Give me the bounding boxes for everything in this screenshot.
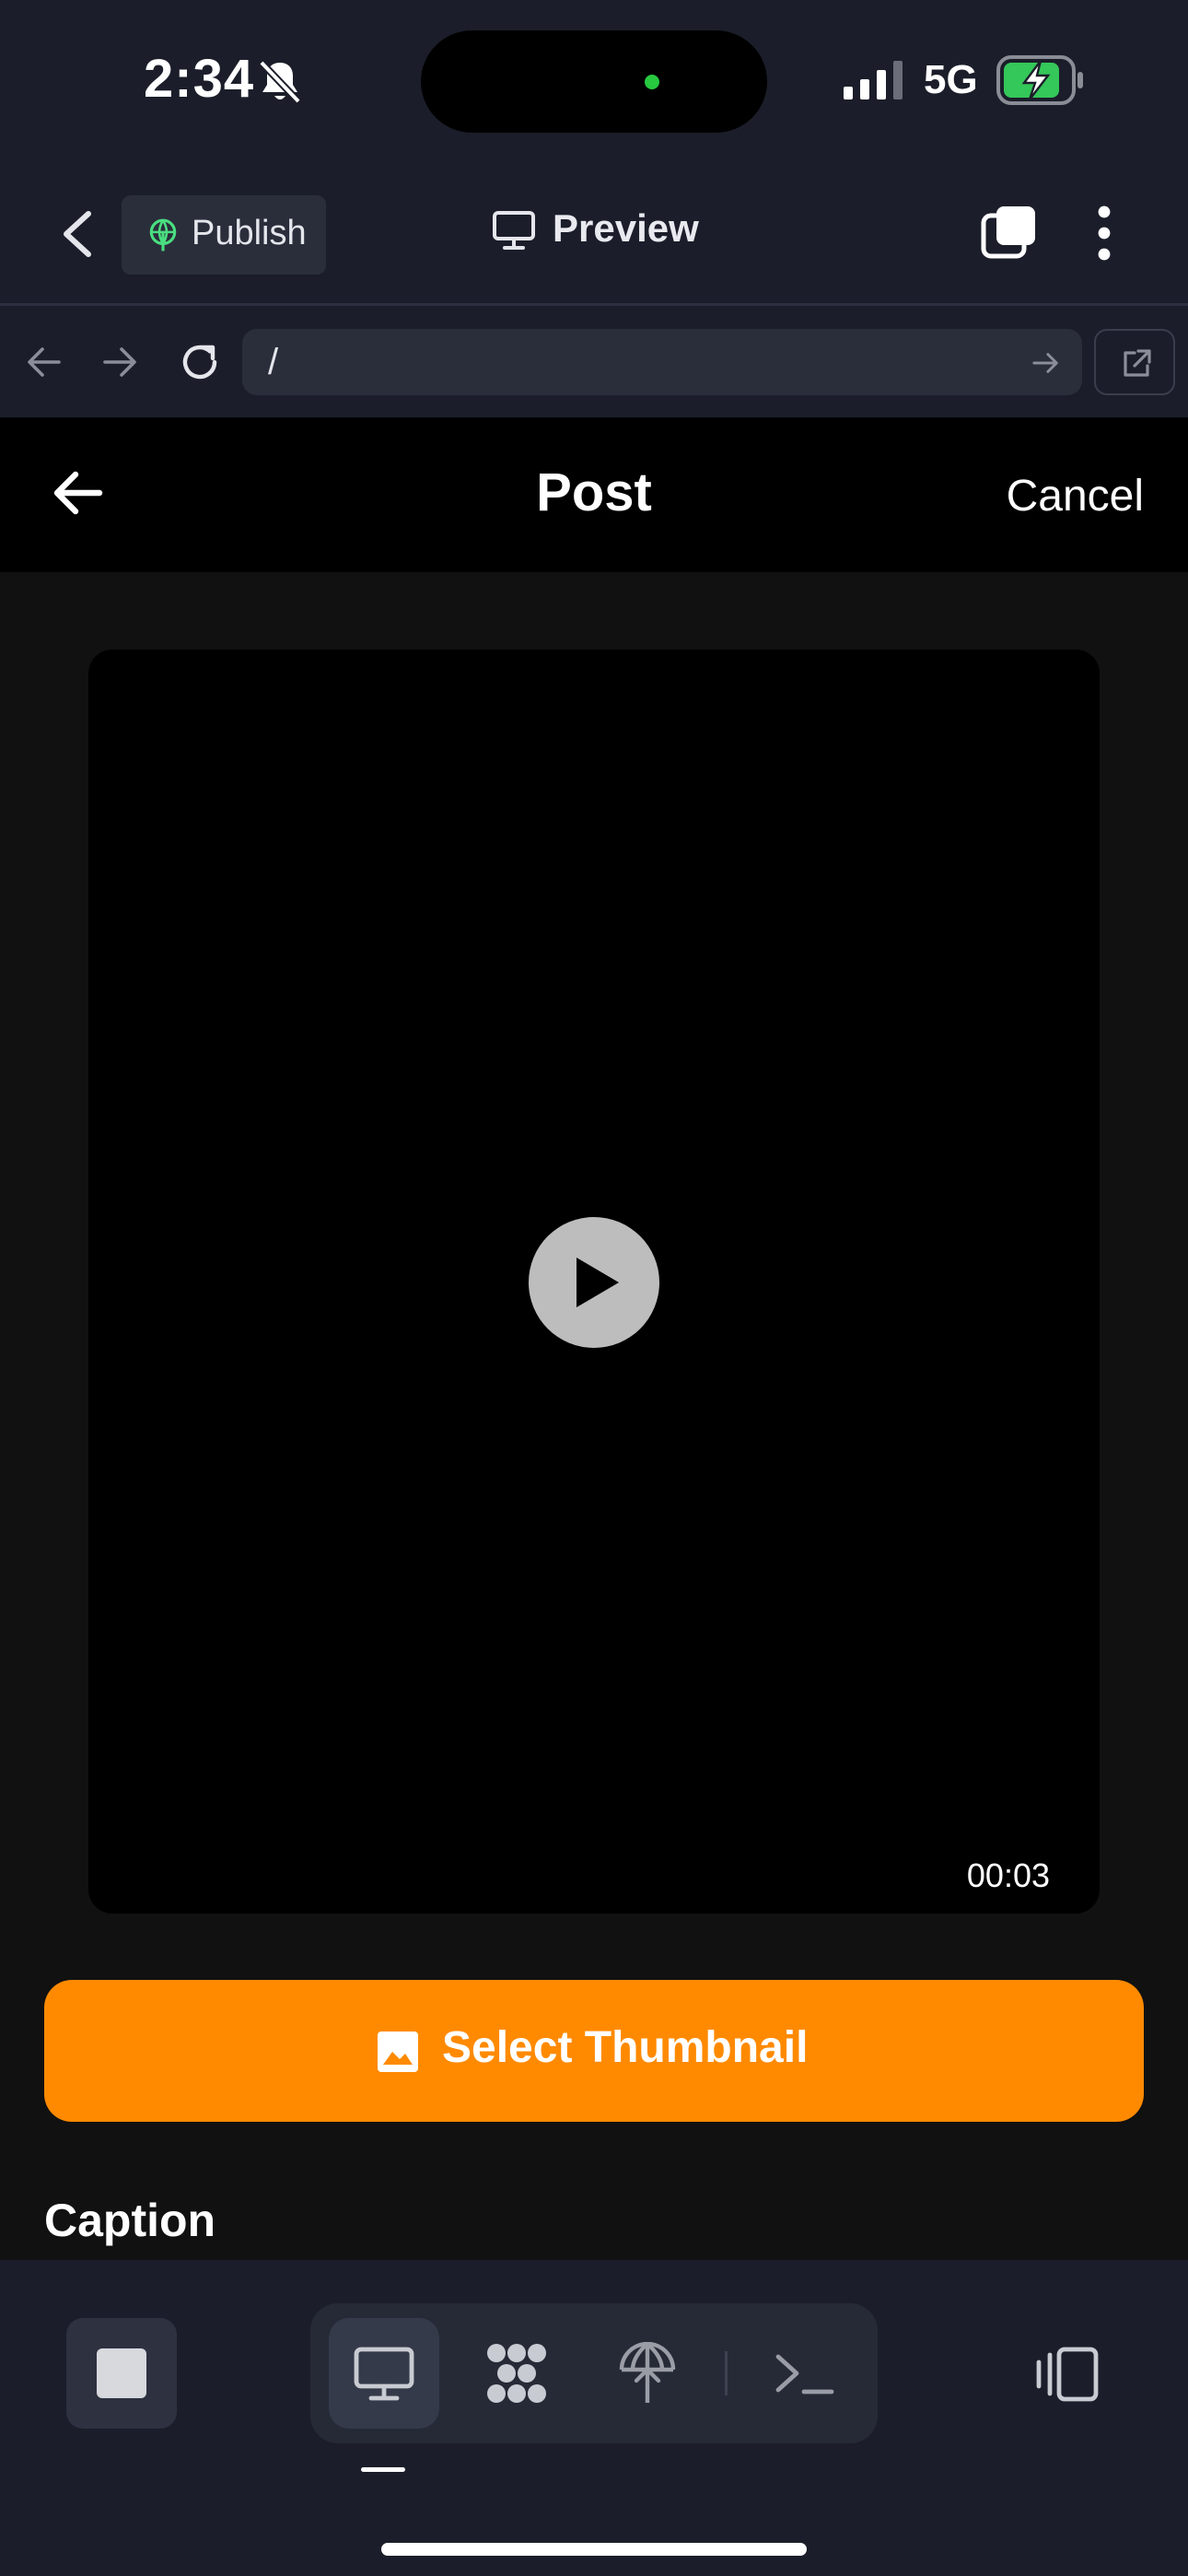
go-arrow-icon[interactable] [1032, 349, 1060, 377]
bottom-dock [0, 2261, 1188, 2576]
play-button[interactable] [529, 1217, 659, 1348]
select-thumbnail-button[interactable]: Select Thumbnail [44, 1980, 1144, 2122]
status-time: 2:34 [144, 49, 255, 109]
network-type: 5G [924, 57, 978, 102]
globe-icon [149, 218, 177, 252]
mode-switcher [310, 2303, 878, 2443]
layout-toggle-icon[interactable] [1033, 2346, 1100, 2403]
mode-preview-button[interactable] [329, 2318, 439, 2429]
external-link-icon [1124, 349, 1151, 377]
battery-charging-icon [996, 55, 1083, 105]
app-toolbar: Publish Preview [0, 162, 1188, 306]
publish-globe-icon [619, 2342, 676, 2403]
image-icon [378, 2032, 418, 2072]
mode-divider [725, 2351, 728, 2395]
active-mode-indicator [361, 2467, 405, 2472]
publish-button[interactable]: Publish [122, 195, 326, 275]
mode-publish-button[interactable] [592, 2318, 703, 2429]
url-input[interactable]: / [242, 329, 1082, 395]
stop-icon [97, 2348, 146, 2398]
stop-button[interactable] [66, 2318, 177, 2429]
dynamic-island [421, 30, 767, 133]
mode-terminal-button[interactable] [749, 2318, 859, 2429]
post-header: Post Cancel [0, 417, 1188, 572]
preview-label: Preview [553, 206, 699, 250]
mode-workspace-button[interactable] [461, 2318, 572, 2429]
more-vertical-icon[interactable] [1092, 205, 1116, 262]
reload-icon[interactable] [178, 340, 222, 384]
publish-label: Publish [192, 214, 307, 252]
video-duration: 00:03 [966, 1856, 1050, 1894]
address-bar: / [0, 309, 1188, 417]
monitor-icon [493, 211, 535, 250]
chevron-left-icon[interactable] [57, 210, 98, 258]
terminal-icon [775, 2354, 834, 2395]
video-player[interactable]: 00:03 [88, 650, 1100, 1914]
camera-indicator-dot [645, 75, 659, 89]
windows-icon[interactable] [980, 205, 1037, 262]
open-in-new-window-button[interactable] [1094, 329, 1175, 395]
play-icon [577, 1258, 619, 1307]
arrow-left-icon[interactable] [26, 344, 63, 381]
home-indicator[interactable] [381, 2543, 807, 2556]
select-thumbnail-label: Select Thumbnail [442, 2023, 809, 2072]
caption-heading: Caption [44, 2195, 216, 2246]
url-text: / [268, 342, 279, 382]
monitor-icon [354, 2347, 414, 2401]
bell-slash-icon [259, 60, 301, 104]
arrow-right-icon[interactable] [101, 344, 138, 381]
grid-icon [487, 2344, 546, 2403]
status-bar: 2:34 5G [0, 0, 1188, 162]
web-preview: Post Cancel 00:03 Select Thumbnail Capti… [0, 417, 1188, 2260]
cancel-button[interactable]: Cancel [1007, 471, 1144, 521]
signal-icon [844, 61, 903, 100]
